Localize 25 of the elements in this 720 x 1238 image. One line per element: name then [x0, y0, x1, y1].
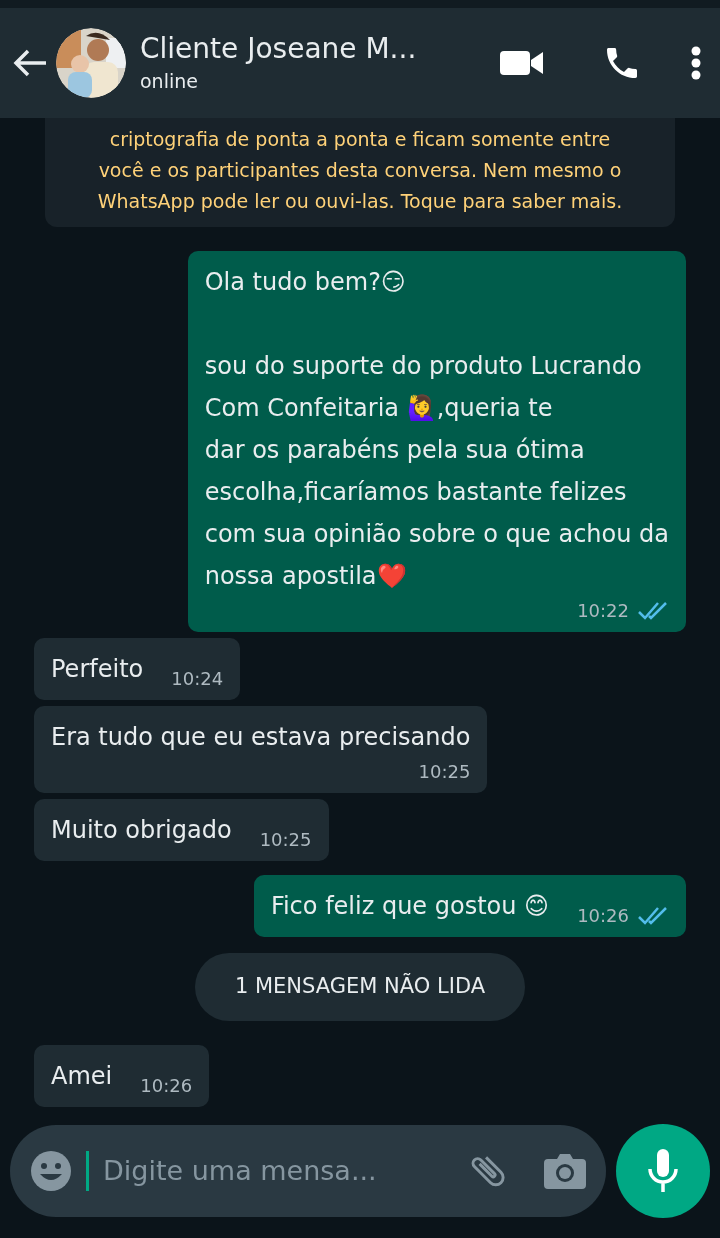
- message-time: 10:25: [418, 760, 471, 784]
- emoji-icon[interactable]: [30, 1150, 72, 1192]
- message-composer-field[interactable]: Digite uma mensa...: [10, 1125, 606, 1217]
- video-call-icon[interactable]: [500, 49, 544, 77]
- message-input-field[interactable]: Digite uma mensa...: [103, 1150, 452, 1192]
- message-text: Muito obrigado: [51, 815, 232, 846]
- contact-status: online: [140, 68, 199, 94]
- message-text: Amei: [51, 1060, 113, 1092]
- encryption-notice[interactable]: criptografia de ponta a ponta e ficam somente entre você e os participantes desta conversa. Nem mesmo o WhatsApp pode ler ou ouvi-las. Toque para saber mais.: [45, 118, 675, 227]
- camera-icon[interactable]: [544, 1153, 586, 1189]
- message-time: 10:22: [577, 599, 629, 623]
- message-time: 10:24: [171, 667, 224, 691]
- contact-name[interactable]: Cliente Joseane M...: [140, 30, 492, 67]
- message-text: Ola tudo bem?😏 sou do suporte do produto Lucrando Com Confeitaria 🙋‍♀,queria te dar os parabéns pela sua ótima escolha,ficaríamos bastante felizes com sua opinião sobre o que achou da nossa apostila❤: [204, 267, 669, 592]
- microphone-icon: [647, 1149, 679, 1193]
- text-cursor: [86, 1151, 89, 1191]
- message-time: 10:25: [259, 828, 312, 852]
- menu-icon[interactable]: [690, 46, 702, 80]
- message-text: Perfeito: [51, 654, 144, 685]
- unread-messages-label: 1 MENSAGEM NÃO LIDA: [194, 953, 526, 1021]
- message-text: Era tudo que eu estava precisando: [51, 722, 471, 753]
- back-icon[interactable]: [12, 48, 48, 78]
- message-time: 10:26: [140, 1073, 193, 1098]
- message-time: 10:26: [577, 904, 629, 928]
- message-text: Fico feliz que gostou 😊: [270, 891, 550, 922]
